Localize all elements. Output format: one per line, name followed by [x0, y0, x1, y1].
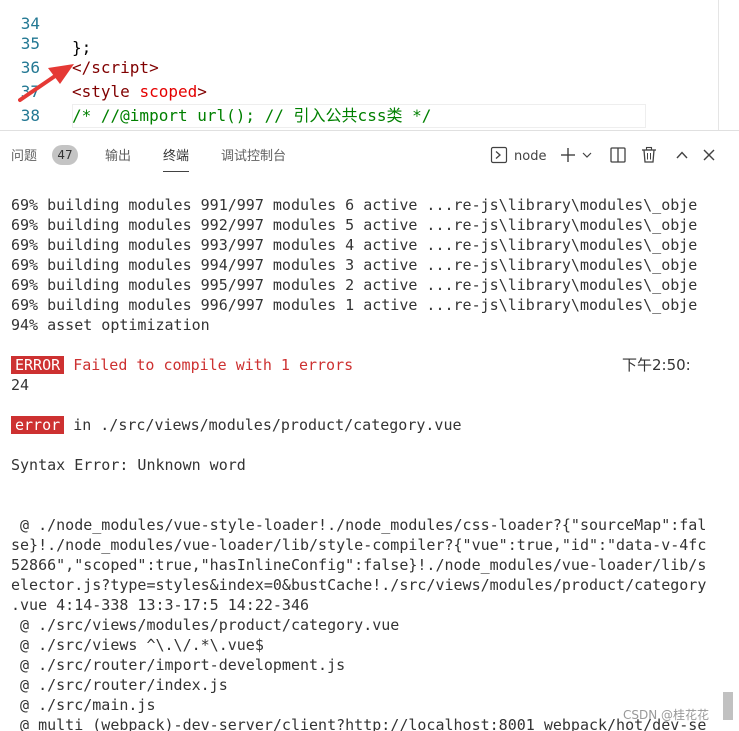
error-time: 下午2:50:	[622, 356, 691, 374]
terminal-name[interactable]: node	[514, 147, 546, 167]
tab-terminal[interactable]: 终端	[163, 147, 190, 172]
code-line: 35 </script>	[0, 8, 739, 77]
chevron-down-icon[interactable]	[579, 143, 595, 167]
code-editor[interactable]: 34 }; 35 </script> 36 <style scoped> 37 …	[0, 0, 739, 130]
error-time-continued: 24	[11, 376, 30, 394]
tab-problems[interactable]: 问题	[11, 147, 37, 167]
add-terminal-icon[interactable]	[557, 143, 579, 167]
trace-line: @ ./node_modules/vue-style-loader!./node…	[11, 516, 707, 534]
trace-line: @ ./src/views/modules/product/category.v…	[11, 616, 400, 634]
tab-debug-console[interactable]: 调试控制台	[221, 147, 286, 167]
trace-line: @ ./src/router/import-development.js	[11, 656, 346, 674]
active-tab-indicator	[163, 171, 190, 172]
error-tag: error	[11, 416, 65, 434]
tab-terminal-label: 终端	[163, 149, 190, 164]
terminal-line: error in ./src/views/modules/product/cat…	[11, 415, 462, 435]
terminal-line: 69% building modules 994/997 modules 3 a…	[11, 256, 698, 274]
terminal-line: 69% building modules 993/997 modules 4 a…	[11, 236, 698, 254]
terminal-line: ERROR Failed to compile with 1 errors	[11, 355, 353, 375]
error-location: in ./src/views/modules/product/category.…	[73, 416, 462, 434]
trace-line: .vue 4:14-338 13:3-17:5 14:22-346	[11, 596, 310, 614]
terminal-line: 69% building modules 991/997 modules 6 a…	[11, 196, 698, 214]
terminal-line: 94% asset optimization	[11, 316, 210, 334]
error-message: Failed to compile with 1 errors	[73, 356, 354, 374]
editor-scrollbar[interactable]	[718, 0, 719, 130]
code-line: 38 </style>	[0, 80, 739, 125]
terminal-line: 69% building modules 996/997 modules 1 a…	[11, 296, 698, 314]
terminal-output[interactable]: 69% building modules 991/997 modules 6 a…	[0, 181, 722, 731]
trace-line: @ ./src/views ^\.\/.*\.vue$	[11, 636, 264, 654]
terminal-scrollbar[interactable]	[722, 181, 739, 731]
maximize-panel-icon[interactable]	[671, 143, 693, 167]
trash-icon[interactable]	[637, 143, 661, 167]
terminal-line: 69% building modules 992/997 modules 5 a…	[11, 216, 698, 234]
syntax-error-line: Syntax Error: Unknown word	[11, 456, 246, 474]
terminal-line: 69% building modules 995/997 modules 2 a…	[11, 276, 698, 294]
split-terminal-icon[interactable]	[606, 143, 630, 167]
trace-line: elector.js?type=styles&index=0&bustCache…	[11, 576, 707, 594]
current-line-highlight	[72, 104, 646, 128]
code-line: 37 /* //@import url(); // 引入公共css类 */	[0, 56, 739, 125]
red-arrow-annotation	[18, 64, 74, 102]
trace-line: se}!./node_modules/vue-loader/lib/style-…	[11, 536, 707, 554]
trace-line: 52866","scoped":true,"hasInlineConfig":f…	[11, 556, 707, 574]
error-badge: ERROR	[11, 356, 65, 374]
watermark: CSDN @桂花花	[623, 708, 710, 722]
terminal-icon[interactable]	[488, 143, 510, 167]
trace-line: @ ./src/router/index.js	[11, 676, 228, 694]
close-panel-icon[interactable]	[698, 143, 720, 167]
trace-line: @ multi (webpack)-dev-server/client?http…	[11, 716, 707, 731]
trace-line: @ ./src/main.js	[11, 696, 156, 714]
panel-tab-bar: 问题 47 输出 终端 调试控制台 node	[0, 131, 739, 181]
tab-output[interactable]: 输出	[105, 147, 131, 167]
problems-count-badge: 47	[52, 145, 78, 165]
code-line: 36 <style scoped>	[0, 32, 739, 101]
terminal-scroll-thumb[interactable]	[723, 692, 733, 720]
